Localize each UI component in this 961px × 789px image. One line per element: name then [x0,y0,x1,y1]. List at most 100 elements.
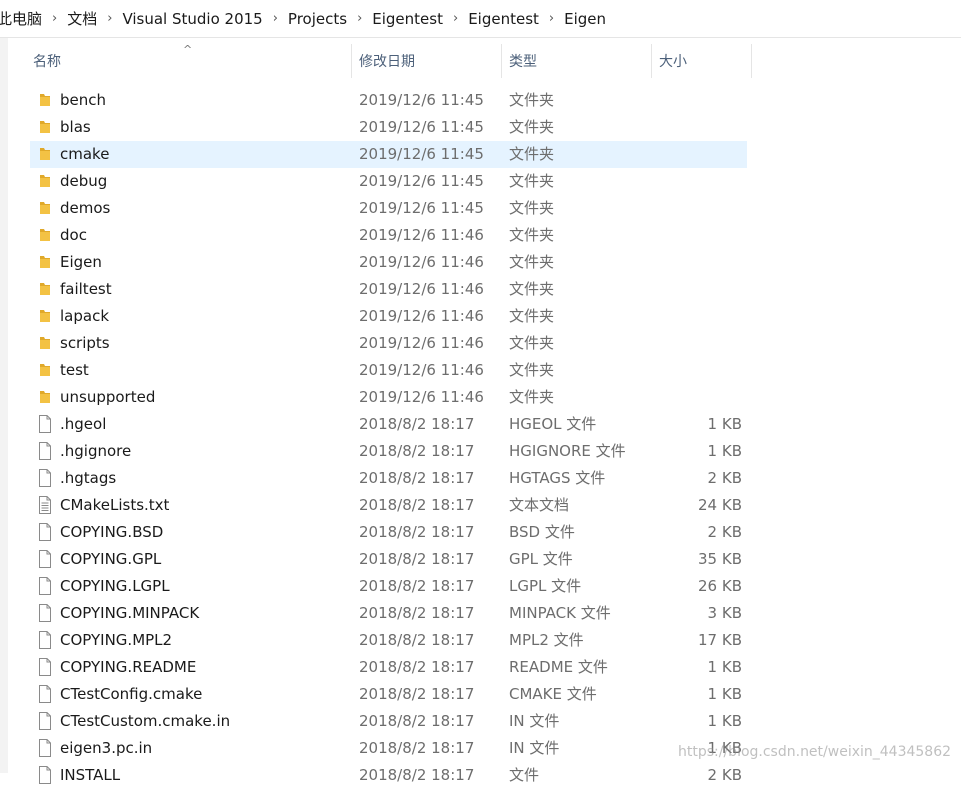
file-row[interactable]: failtest 2019/12/6 11:46 文件夹 [30,276,747,303]
file-row[interactable]: test 2019/12/6 11:46 文件夹 [30,357,747,384]
file-date: 2018/8/2 18:17 [359,685,475,703]
file-name: unsupported [60,388,156,406]
chevron-right-icon[interactable]: › [357,11,362,26]
file-icon [39,685,51,703]
chevron-right-icon[interactable]: › [107,11,112,26]
file-date: 2019/12/6 11:46 [359,361,484,379]
file-type: 文件夹 [509,199,555,217]
file-icon [39,550,51,568]
file-row[interactable]: Eigen 2019/12/6 11:46 文件夹 [30,249,747,276]
file-row[interactable]: lapack 2019/12/6 11:46 文件夹 [30,303,747,330]
file-size [650,222,742,249]
file-icon [39,739,51,757]
file-row[interactable]: unsupported 2019/12/6 11:46 文件夹 [30,384,747,411]
file-size: 17 KB [698,631,742,649]
file-type: 文件夹 [509,91,555,109]
breadcrumb-item[interactable]: Projects [288,10,347,28]
breadcrumb-item[interactable]: 文档 [67,8,97,29]
file-row[interactable]: COPYING.GPL 2018/8/2 18:17 GPL 文件 35 KB [30,546,747,573]
file-date: 2018/8/2 18:17 [359,469,475,487]
file-name: COPYING.LGPL [60,577,170,595]
file-row[interactable]: CTestCustom.cmake.in 2018/8/2 18:17 IN 文件 1… [30,708,747,735]
file-icon [39,712,51,730]
file-row[interactable]: bench 2019/12/6 11:45 文件夹 [30,87,747,114]
file-name: eigen3.pc.in [60,739,153,757]
file-icon [39,604,51,622]
file-row[interactable]: CMakeLists.txt 2018/8/2 18:17 文本文档 24 KB [30,492,747,519]
sort-ascending-icon: ^ [183,43,193,56]
file-row[interactable]: CTestConfig.cmake 2018/8/2 18:17 CMAKE 文件 1… [30,681,747,708]
file-row[interactable]: INSTALL 2018/8/2 18:17 文件 2 KB [30,762,747,789]
file-type: BSD 文件 [509,523,575,541]
chevron-right-icon[interactable]: › [549,11,554,26]
file-name: lapack [60,307,110,325]
file-row[interactable]: COPYING.MINPACK 2018/8/2 18:17 MINPACK 文件 3… [30,600,747,627]
file-name: COPYING.GPL [60,550,162,568]
column-header-name[interactable]: 名称 [33,44,61,78]
column-header-size[interactable]: 大小 [659,44,687,78]
file-row[interactable]: .hgignore 2018/8/2 18:17 HGIGNORE 文件 1 KB [30,438,747,465]
breadcrumb-item[interactable]: Eigentest [468,10,539,28]
file-name: demos [60,199,111,217]
file-size [650,330,742,357]
file-row[interactable]: eigen3.pc.in 2018/8/2 18:17 IN 文件 1 KB [30,735,747,762]
file-row[interactable]: .hgtags 2018/8/2 18:17 HGTAGS 文件 2 KB [30,465,747,492]
file-type: 文本文档 [509,496,570,514]
column-divider[interactable] [501,44,502,78]
breadcrumb-item[interactable]: Eigen [564,10,606,28]
file-date: 2018/8/2 18:17 [359,658,475,676]
file-name: CTestCustom.cmake.in [60,712,231,730]
column-divider[interactable] [651,44,652,78]
file-type: HGTAGS 文件 [509,469,606,487]
file-name: CTestConfig.cmake [60,685,203,703]
file-row[interactable]: scripts 2019/12/6 11:46 文件夹 [30,330,747,357]
file-row[interactable]: debug 2019/12/6 11:45 文件夹 [30,168,747,195]
chevron-right-icon[interactable]: › [52,11,57,26]
file-date: 2019/12/6 11:46 [359,388,484,406]
file-date: 2018/8/2 18:17 [359,604,475,622]
chevron-right-icon[interactable]: › [453,11,458,26]
file-date: 2018/8/2 18:17 [359,550,475,568]
chevron-right-icon[interactable]: › [273,11,278,26]
file-date: 2019/12/6 11:45 [359,172,484,190]
file-row[interactable]: COPYING.README 2018/8/2 18:17 README 文件 1 K… [30,654,747,681]
file-date: 2018/8/2 18:17 [359,712,475,730]
file-row[interactable]: COPYING.LGPL 2018/8/2 18:17 LGPL 文件 26 KB [30,573,747,600]
breadcrumb-item[interactable]: 此电脑 [0,8,42,29]
file-date: 2019/12/6 11:46 [359,334,484,352]
file-type: 文件夹 [509,361,555,379]
file-icon [39,658,51,676]
file-date: 2018/8/2 18:17 [359,577,475,595]
file-size: 24 KB [698,496,742,514]
file-type: 文件夹 [509,280,555,298]
column-divider[interactable] [751,44,752,78]
file-row[interactable]: cmake 2019/12/6 11:45 文件夹 [30,141,747,168]
breadcrumb-item[interactable]: Visual Studio 2015 [122,10,262,28]
file-row[interactable]: doc 2019/12/6 11:46 文件夹 [30,222,747,249]
file-type: MPL2 文件 [509,631,584,649]
file-name: bench [60,91,107,109]
file-row[interactable]: demos 2019/12/6 11:45 文件夹 [30,195,747,222]
file-name: COPYING.BSD [60,523,164,541]
file-size: 2 KB [707,469,742,487]
column-divider[interactable] [351,44,352,78]
file-name: Eigen [60,253,102,271]
column-header-type[interactable]: 类型 [509,44,537,78]
file-date: 2018/8/2 18:17 [359,739,475,757]
file-name: cmake [60,145,110,163]
file-row[interactable]: COPYING.MPL2 2018/8/2 18:17 MPL2 文件 17 KB [30,627,747,654]
file-row[interactable]: blas 2019/12/6 11:45 文件夹 [30,114,747,141]
column-header-date[interactable]: 修改日期 [359,44,415,78]
breadcrumb-item[interactable]: Eigentest [372,10,443,28]
file-icon [39,469,51,487]
file-type: 文件夹 [509,334,555,352]
file-type: GPL 文件 [509,550,573,568]
file-type: 文件夹 [509,118,555,136]
folder-icon [40,175,50,187]
file-row[interactable]: COPYING.BSD 2018/8/2 18:17 BSD 文件 2 KB [30,519,747,546]
file-name: COPYING.MINPACK [60,604,200,622]
folder-icon [40,202,50,214]
file-date: 2019/12/6 11:46 [359,253,484,271]
file-row[interactable]: .hgeol 2018/8/2 18:17 HGEOL 文件 1 KB [30,411,747,438]
file-date: 2019/12/6 11:45 [359,199,484,217]
